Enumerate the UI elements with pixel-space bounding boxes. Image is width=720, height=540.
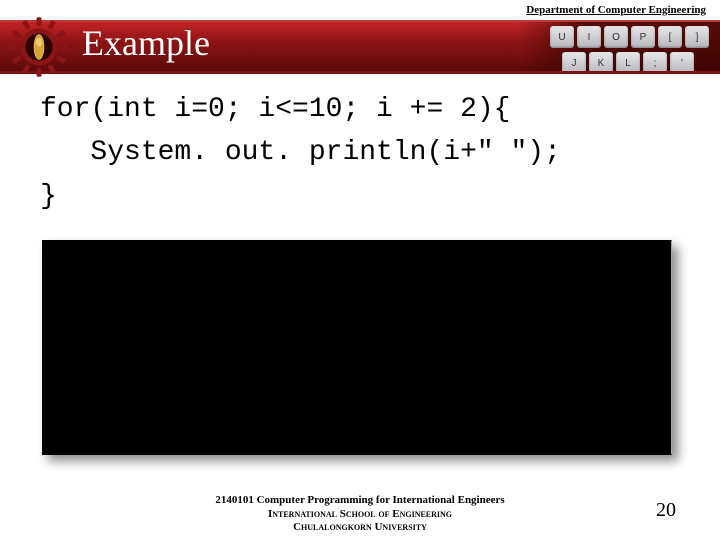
kb-key: L (616, 52, 640, 71)
footer-school: International School of Engineering (0, 508, 720, 521)
kb-key: O (604, 26, 628, 48)
code-block: for(int i=0; i<=10; i += 2){ System. out… (40, 88, 680, 218)
kb-row: J K L ; ' (562, 52, 720, 71)
kb-key: K (589, 52, 613, 71)
code-line: for(int i=0; i<=10; i += 2){ (40, 94, 510, 125)
kb-key: ' (670, 52, 694, 71)
kb-key: U (550, 26, 574, 48)
page-number: 20 (656, 499, 676, 522)
kb-key: J (562, 52, 586, 71)
slide: Department of Computer Engineering U I O… (0, 0, 720, 540)
output-console (42, 240, 672, 455)
footer: 2140101 Computer Programming for Interna… (0, 494, 720, 534)
gear-logo-icon (8, 16, 70, 78)
kb-key: P (631, 26, 655, 48)
code-line: System. out. println(i+" "); (40, 137, 561, 168)
keyboard-decor: U I O P [ ] J K L ; ' (520, 22, 720, 71)
footer-course: 2140101 Computer Programming for Interna… (0, 494, 720, 507)
kb-key: I (577, 26, 601, 48)
kb-row: U I O P [ ] (550, 26, 720, 48)
footer-university: Chulalongkorn University (0, 521, 720, 534)
code-line: } (40, 181, 57, 212)
department-label: Department of Computer Engineering (526, 4, 706, 16)
kb-key: [ (658, 26, 682, 48)
content-area: for(int i=0; i<=10; i += 2){ System. out… (40, 88, 680, 218)
kb-key: ] (685, 26, 709, 48)
kb-key: ; (643, 52, 667, 71)
slide-title: Example (82, 22, 210, 64)
